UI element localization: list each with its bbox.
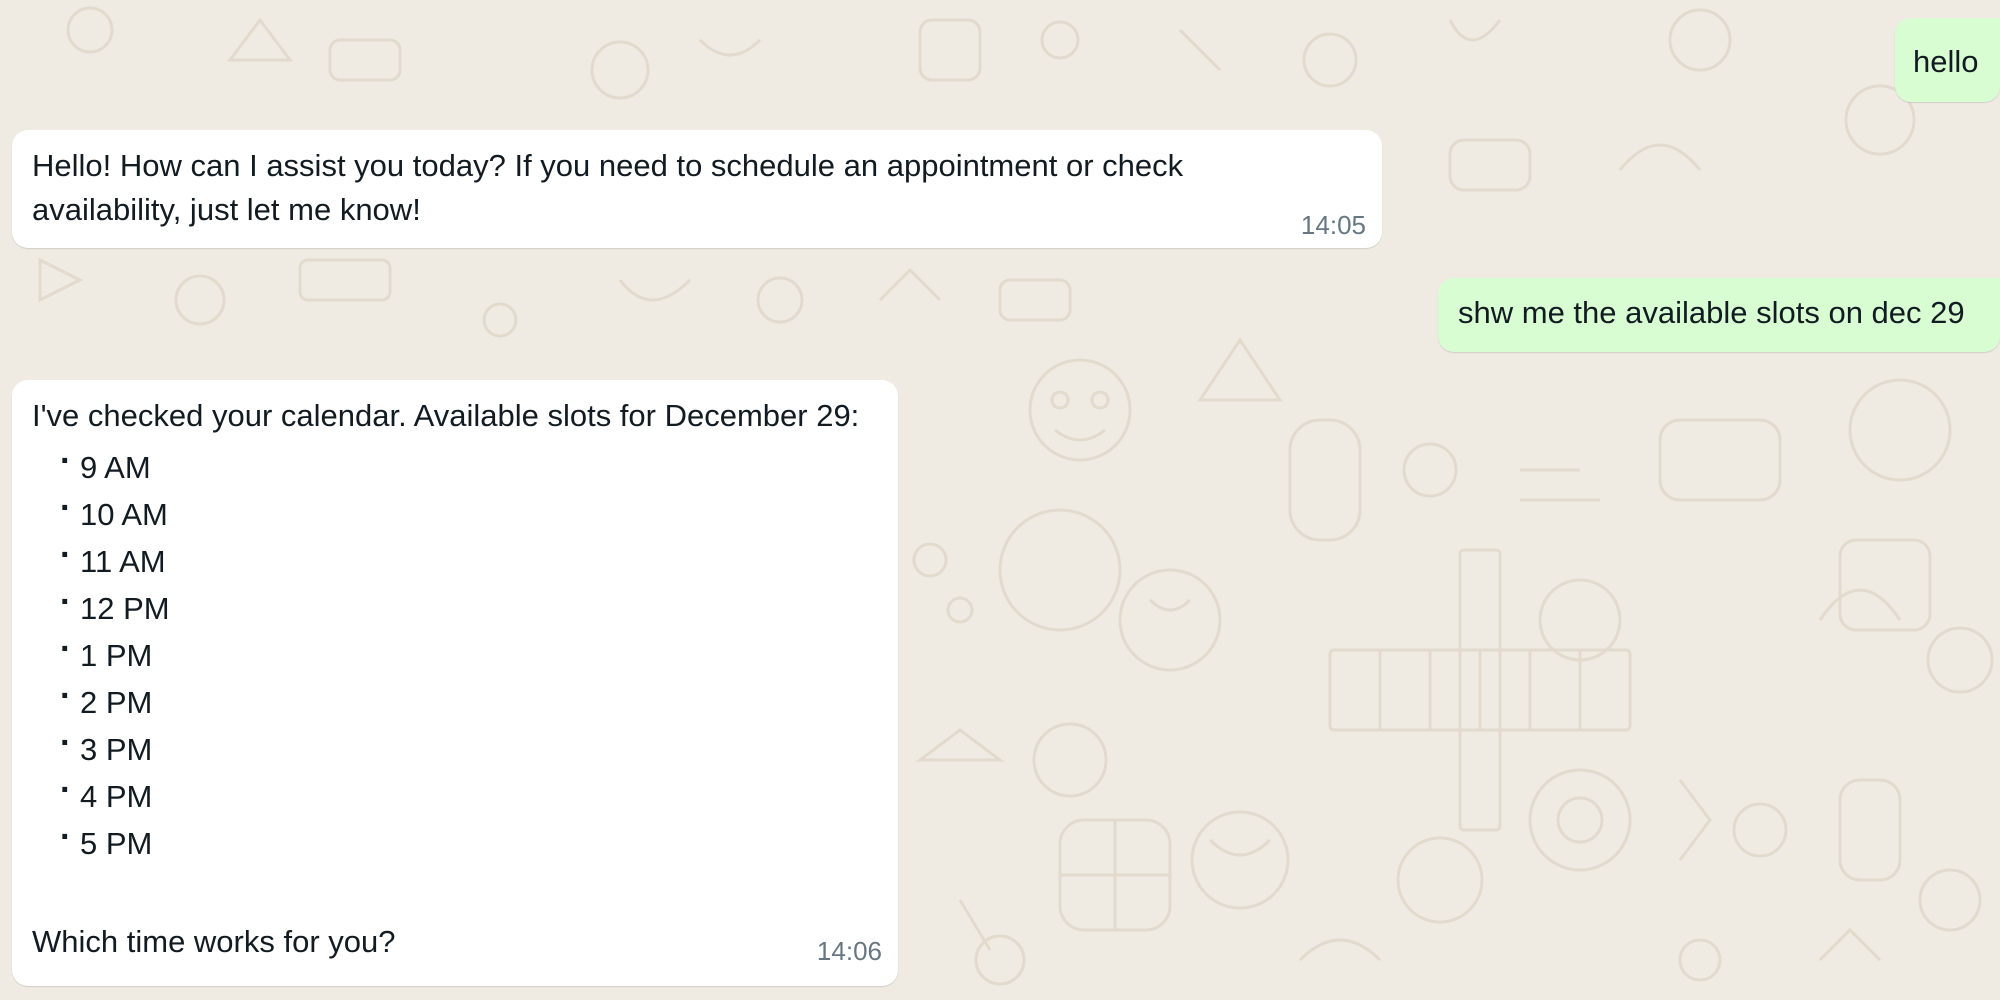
slot-item: 11 AM xyxy=(60,532,878,585)
slot-item: 12 PM xyxy=(60,579,878,632)
outgoing-message-bubble[interactable]: shw me the available slots on dec 29 xyxy=(1438,278,2000,352)
slot-item: 1 PM xyxy=(60,626,878,679)
message-outro-text: Which time works for you? xyxy=(32,924,396,959)
message-intro-text: I've checked your calendar. Available sl… xyxy=(32,398,860,433)
incoming-message-bubble[interactable]: Hello! How can I assist you today? If yo… xyxy=(12,130,1382,248)
message-text: hello xyxy=(1913,44,1979,79)
slot-item: 4 PM xyxy=(60,767,878,820)
incoming-message-bubble[interactable]: I've checked your calendar. Available sl… xyxy=(12,380,898,986)
message-text: shw me the available slots on dec 29 xyxy=(1458,295,1965,330)
slot-item: 5 PM xyxy=(60,814,878,867)
slot-item: 2 PM xyxy=(60,673,878,726)
chat-conversation: hello Hello! How can I assist you today?… xyxy=(0,0,2000,1000)
outgoing-message-bubble[interactable]: hello xyxy=(1895,18,2000,102)
slot-item: 9 AM xyxy=(60,438,878,491)
slot-item: 3 PM xyxy=(60,720,878,773)
message-text: Hello! How can I assist you today? If yo… xyxy=(32,148,1184,227)
message-timestamp: 14:06 xyxy=(816,936,882,966)
available-slots-list: 9 AM 10 AM 11 AM 12 PM 1 PM 2 PM 3 PM 4 … xyxy=(32,438,878,867)
message-timestamp: 14:05 xyxy=(1300,210,1366,240)
slot-item: 10 AM xyxy=(60,485,878,538)
